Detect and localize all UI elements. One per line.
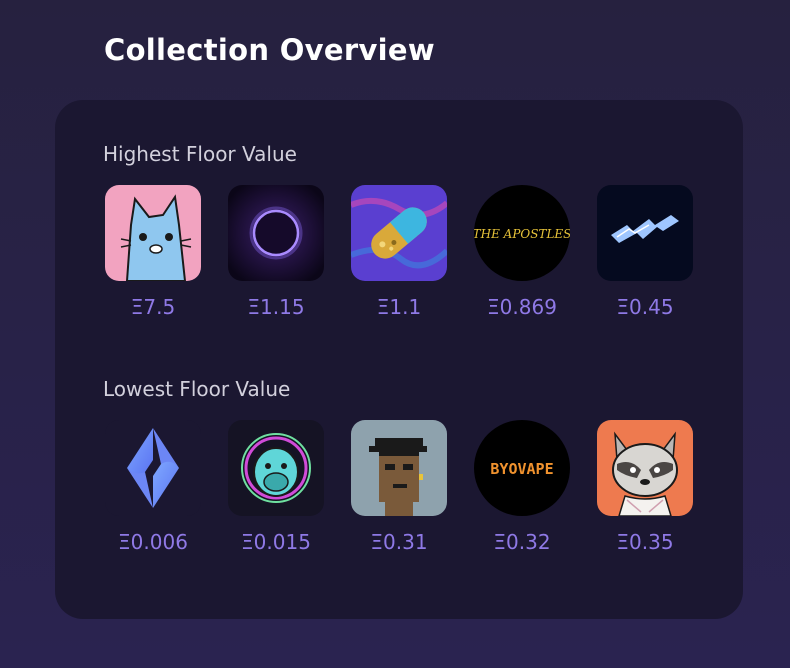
byovape-logo-icon: BYOVAPE (474, 420, 570, 516)
collection-item[interactable]: Ξ0.45 (585, 185, 705, 319)
floor-price: Ξ1.1 (376, 295, 422, 319)
collection-item[interactable]: BYOVAPE Ξ0.32 (462, 420, 582, 554)
gold-pill-icon (351, 185, 447, 281)
collection-item[interactable]: Ξ1.15 (216, 185, 336, 319)
floor-price: Ξ0.32 (493, 530, 551, 554)
page-title: Collection Overview (104, 33, 435, 67)
blue-lightning-icon (597, 185, 693, 281)
the-apostles-logo-icon: THE APOSTLES (474, 185, 570, 281)
floor-price: Ξ1.15 (247, 295, 305, 319)
collection-item[interactable]: Ξ0.31 (339, 420, 459, 554)
svg-text:BYOVAPE: BYOVAPE (490, 460, 553, 478)
floor-price: Ξ0.015 (241, 530, 311, 554)
floor-price: Ξ7.5 (130, 295, 176, 319)
raccoon-avatar-icon (597, 420, 693, 516)
section-title-lowest: Lowest Floor Value (103, 377, 291, 401)
collection-overview-card: Highest Floor Value Ξ7.5 Ξ1.15 Ξ1.1 THE … (55, 100, 743, 619)
floor-price: Ξ0.869 (487, 295, 557, 319)
ens-logo-icon (105, 420, 201, 516)
floor-price: Ξ0.35 (616, 530, 674, 554)
collection-item[interactable]: Ξ7.5 (93, 185, 213, 319)
purple-orb-icon (228, 185, 324, 281)
collection-item[interactable]: THE APOSTLES Ξ0.869 (462, 185, 582, 319)
highest-floor-row: Ξ7.5 Ξ1.15 Ξ1.1 THE APOSTLES Ξ0.869 Ξ0.4… (55, 185, 743, 325)
collection-item[interactable]: Ξ0.006 (93, 420, 213, 554)
collection-item[interactable]: Ξ0.35 (585, 420, 705, 554)
section-title-highest: Highest Floor Value (103, 142, 297, 166)
lowest-floor-row: Ξ0.006 Ξ0.015 Ξ0.31 BYOVAPE Ξ0.32 Ξ0.35 (55, 420, 743, 560)
collection-item[interactable]: Ξ0.015 (216, 420, 336, 554)
floor-price: Ξ0.006 (118, 530, 188, 554)
pixel-punk-icon (351, 420, 447, 516)
floor-price: Ξ0.45 (616, 295, 674, 319)
collection-item[interactable]: Ξ1.1 (339, 185, 459, 319)
floor-price: Ξ0.31 (370, 530, 428, 554)
blue-cat-avatar-icon (105, 185, 201, 281)
svg-text:THE APOSTLES: THE APOSTLES (474, 227, 570, 241)
neon-ape-icon (228, 420, 324, 516)
